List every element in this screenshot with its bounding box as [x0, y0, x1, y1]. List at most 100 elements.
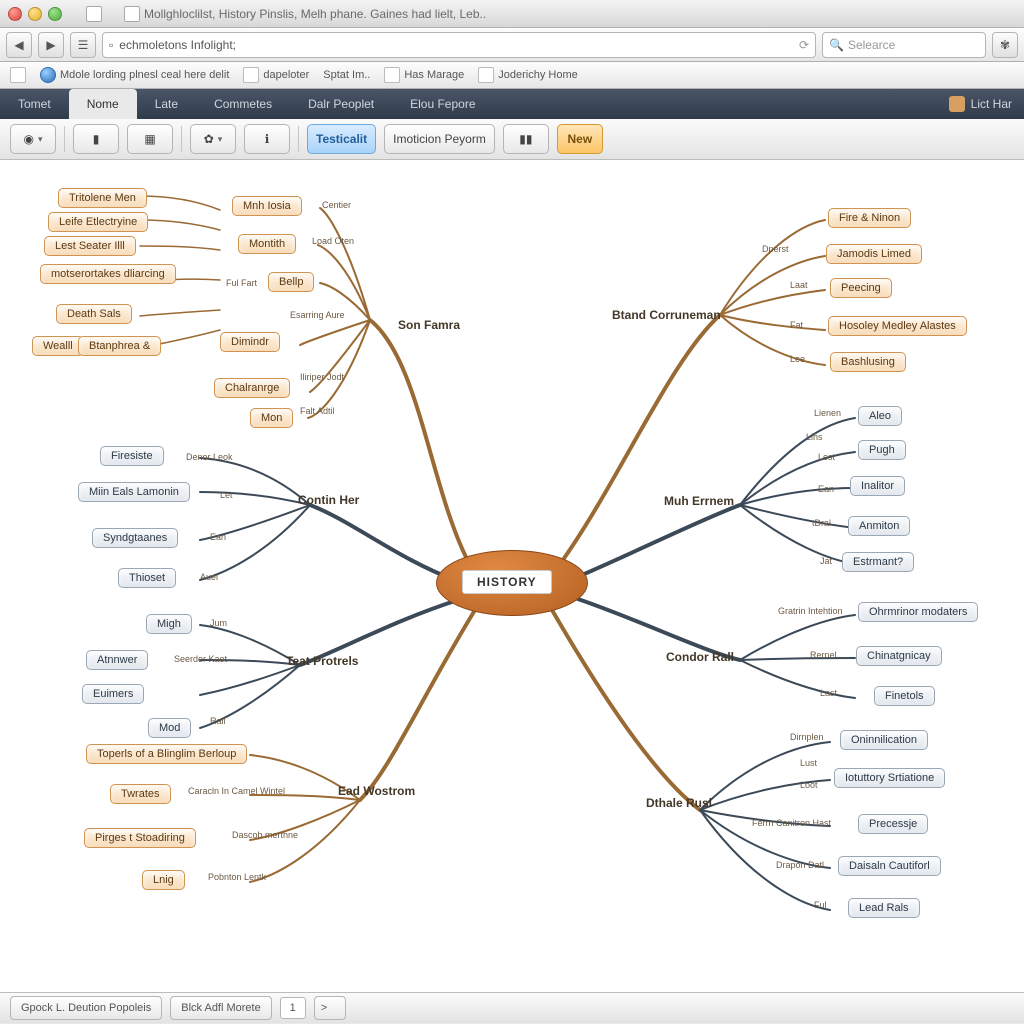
map-node[interactable]: Mon	[250, 408, 293, 428]
view-toggle[interactable]: ▮▮	[503, 124, 549, 154]
nav-tab[interactable]: Late	[137, 89, 196, 119]
edge-label: Ful	[814, 900, 827, 910]
map-node[interactable]: Oninnilication	[840, 730, 928, 750]
bookmark-item[interactable]: Joderichy Home	[478, 67, 577, 83]
map-node[interactable]: Firesiste	[100, 446, 164, 466]
doc-icon	[478, 67, 494, 83]
map-node[interactable]: Lead Rals	[848, 898, 920, 918]
bookmark-bar: Mdole lording plnesl ceal here delit dap…	[0, 62, 1024, 89]
user-menu[interactable]: Lict Har	[937, 96, 1024, 112]
nav-tab[interactable]: Tomet	[0, 89, 69, 119]
tool-menu[interactable]: ✿	[190, 124, 236, 154]
reader-button[interactable]: ☰	[70, 32, 96, 58]
window-minimize-icon[interactable]	[28, 7, 42, 21]
bookmark-item[interactable]: Sptat Im..	[323, 69, 370, 81]
map-node[interactable]: Btanphrea &	[78, 336, 161, 356]
reload-icon[interactable]: ⟳	[799, 38, 809, 52]
record-menu[interactable]: ◉	[10, 124, 56, 154]
nav-tab[interactable]: Dalr Peoplet	[290, 89, 392, 119]
map-node[interactable]: Estrmant?	[842, 552, 914, 572]
window-zoom-icon[interactable]	[48, 7, 62, 21]
forward-button[interactable]: ▶	[38, 32, 64, 58]
map-node[interactable]: Pirges t Stoadiring	[84, 828, 196, 848]
bookmark-item[interactable]: Has Marage	[384, 67, 464, 83]
page-number[interactable]: 1	[280, 997, 306, 1019]
map-node[interactable]: Thioset	[118, 568, 176, 588]
map-node[interactable]: Bashlusing	[830, 352, 906, 372]
search-input[interactable]: 🔍 Selearce	[822, 32, 986, 58]
map-node[interactable]: Ohrmrinor modaters	[858, 602, 978, 622]
map-node[interactable]: Peecing	[830, 278, 892, 298]
bookmark-item[interactable]: dapeloter	[243, 67, 309, 83]
status-button[interactable]: Gpock L. Deution Popoleis	[10, 996, 162, 1020]
map-node[interactable]: Lnig	[142, 870, 185, 890]
branch-label: Son Famra	[398, 318, 460, 332]
edge-label: Seerder Kaot	[174, 654, 227, 664]
view-tab[interactable]: Imoticion Peyorm	[384, 124, 495, 154]
edge-label: Pobnton Lentk	[208, 872, 266, 882]
mindmap-center[interactable]: HISTORY	[436, 550, 586, 614]
tool-button[interactable]: ▦	[127, 124, 173, 154]
edge-label: Dascob merthne	[232, 830, 298, 840]
map-node[interactable]: Hosoley Medley Alastes	[828, 316, 967, 336]
mindmap-canvas[interactable]: HISTORY Son Famra Contin Her Teat Protre…	[0, 160, 1024, 992]
branch-label: Muh Errnem	[664, 494, 734, 508]
new-button[interactable]: New	[557, 124, 603, 154]
map-node[interactable]: Atnnwer	[86, 650, 148, 670]
map-node[interactable]: Migh	[146, 614, 192, 634]
map-node[interactable]: Miin Eals Lamonin	[78, 482, 190, 502]
map-node[interactable]: Death Sals	[56, 304, 132, 324]
map-node[interactable]: Wealll	[32, 336, 84, 356]
edge-label: Lihs	[806, 432, 823, 442]
map-node[interactable]: Tritolene Men	[58, 188, 147, 208]
map-node[interactable]: Montith	[238, 234, 296, 254]
view-tab-active[interactable]: Testicalit	[307, 124, 376, 154]
edge-label: Rernel	[810, 650, 837, 660]
map-node[interactable]: Inalitor	[850, 476, 905, 496]
map-node[interactable]: Chinatgnicay	[856, 646, 942, 666]
map-node[interactable]: Daisaln Cautiforl	[838, 856, 941, 876]
map-node[interactable]: Bellp	[268, 272, 314, 292]
tool-button[interactable]: ▮	[73, 124, 119, 154]
window-titlebar: Mollghloclilst, History Pinslis, Melh ph…	[0, 0, 1024, 28]
url-field[interactable]: ▫ echmoletons Infolight; ⟳	[102, 32, 816, 58]
map-node[interactable]: motserortakes dliarcing	[40, 264, 176, 284]
nav-tab[interactable]: Commetes	[196, 89, 290, 119]
map-node[interactable]: Mod	[148, 718, 191, 738]
edge-label: Rall	[210, 716, 226, 726]
map-node[interactable]: Precessje	[858, 814, 928, 834]
window-close-icon[interactable]	[8, 7, 22, 21]
map-node[interactable]: Toperls of a Blinglim Berloup	[86, 744, 247, 764]
map-node[interactable]: Chalranrge	[214, 378, 290, 398]
edge-label: tDral	[812, 518, 831, 528]
edge-label: Laat	[790, 280, 808, 290]
map-node[interactable]: Aleo	[858, 406, 902, 426]
branch-label: Teat Protrels	[286, 654, 358, 668]
map-node[interactable]: Syndgtaanes	[92, 528, 178, 548]
map-node[interactable]: Fire & Ninon	[828, 208, 911, 228]
bookmark-item[interactable]	[10, 67, 26, 83]
edge-label: Dperst	[762, 244, 789, 254]
status-button[interactable]: Blck Adfl Morete	[170, 996, 271, 1020]
avatar-icon	[949, 96, 965, 112]
map-node[interactable]: Pugh	[858, 440, 906, 460]
map-node[interactable]: Jamodis Limed	[826, 244, 922, 264]
map-node[interactable]: Leife Etlectryine	[48, 212, 148, 232]
map-node[interactable]: Euimers	[82, 684, 144, 704]
map-node[interactable]: Anmiton	[848, 516, 910, 536]
map-node[interactable]: Dimindr	[220, 332, 280, 352]
map-node[interactable]: Mnh Iosia	[232, 196, 302, 216]
branch-label: Contin Her	[298, 493, 359, 507]
map-node[interactable]: Twrates	[110, 784, 171, 804]
map-node[interactable]: Iotuttory Srtiatione	[834, 768, 945, 788]
next-page-button[interactable]: >	[314, 996, 346, 1020]
tool-button[interactable]: ℹ	[244, 124, 290, 154]
bookmark-item[interactable]: Mdole lording plnesl ceal here delit	[40, 67, 229, 83]
edge-label: Let	[220, 490, 233, 500]
nav-tab[interactable]: Nome	[69, 89, 137, 119]
map-node[interactable]: Lest Seater Illl	[44, 236, 136, 256]
menu-button[interactable]: ✾	[992, 32, 1018, 58]
map-node[interactable]: Finetols	[874, 686, 935, 706]
nav-tab[interactable]: Elou Fepore	[392, 89, 493, 119]
back-button[interactable]: ◀	[6, 32, 32, 58]
